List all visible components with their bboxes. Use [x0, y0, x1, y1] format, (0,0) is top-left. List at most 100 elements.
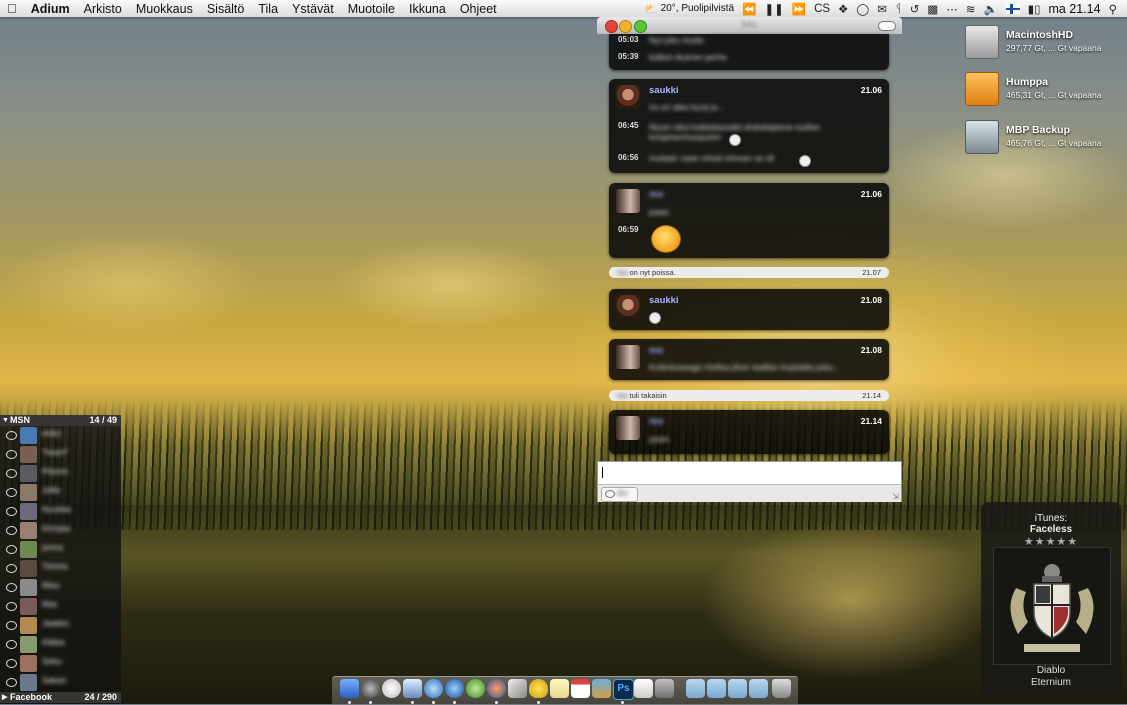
cs-icon[interactable]: CS [814, 3, 830, 15]
contact-name: mrko [42, 428, 61, 438]
weather-icon[interactable]: ⛅ [644, 2, 658, 16]
firefox-icon[interactable] [487, 679, 506, 698]
paper-icon[interactable] [634, 679, 653, 698]
folder-icon-4[interactable] [749, 679, 768, 698]
drive-name[interactable]: MBP Backup [1006, 124, 1070, 136]
spotlight-icon[interactable]: ⚲ [1109, 2, 1117, 16]
sender-name[interactable]: mo [649, 189, 663, 200]
avatar[interactable] [616, 85, 640, 109]
battery-icon[interactable]: ▮▯ [1028, 2, 1041, 16]
minimize-button[interactable] [619, 20, 632, 33]
menu-ohjeet[interactable]: Ohjeet [453, 2, 504, 16]
grid-icon[interactable]: ▩ [927, 2, 938, 16]
sender-name[interactable]: saukki [649, 295, 679, 306]
album-art[interactable] [993, 547, 1111, 665]
group-facebook[interactable]: ▶ Facebook 24 / 290 [0, 692, 121, 703]
drive-mbp-backup[interactable]: MBP Backup 465,76 Gt, ... Gt vapaana [965, 120, 1125, 160]
menu-sisalto[interactable]: Sisältö [200, 2, 252, 16]
window-titlebar[interactable]: Mo [597, 17, 902, 34]
app-menu[interactable]: Adium [24, 2, 77, 16]
illustrator-icon[interactable] [655, 679, 674, 698]
menu-ystavat[interactable]: Ystävät [285, 2, 341, 16]
pen-icon[interactable] [508, 679, 527, 698]
menu-muokkaus[interactable]: Muokkaus [129, 2, 200, 16]
sender-name[interactable]: mo [649, 345, 663, 356]
adium-status-icon[interactable]: ◯ [856, 2, 869, 16]
message-input-area[interactable]: Mo ⇲ [597, 461, 902, 502]
list-item[interactable]: Sakari [0, 673, 121, 692]
folder-icon[interactable] [686, 679, 705, 698]
resize-grip-icon[interactable]: ⇲ [892, 492, 899, 501]
folder-icon-2[interactable] [707, 679, 726, 698]
zoom-button[interactable] [634, 20, 647, 33]
dots-icon[interactable]: ⋯ [946, 2, 958, 16]
disclosure-triangle-icon[interactable]: ▶ [2, 692, 7, 703]
list-item[interactable]: Pirjonn [0, 464, 121, 483]
bluetooth-icon[interactable]: ᛩ [895, 3, 902, 15]
list-item[interactable]: mrko [0, 426, 121, 445]
itunes-icon[interactable] [445, 679, 464, 698]
disclosure-triangle-icon[interactable]: ▼ [2, 415, 9, 426]
usb-drive-icon[interactable] [965, 72, 999, 106]
drive-name[interactable]: MacintoshHD [1006, 29, 1073, 41]
list-item[interactable]: Kinnjaa [0, 521, 121, 540]
recipient-button[interactable]: Mo [601, 487, 638, 502]
avatar[interactable] [616, 295, 640, 319]
drive-name[interactable]: Humppa [1006, 76, 1048, 88]
list-item[interactable]: Sebu [0, 654, 121, 673]
safari-icon[interactable] [424, 679, 443, 698]
utorrent-icon[interactable] [466, 679, 485, 698]
list-item[interactable]: Rita [0, 597, 121, 616]
volume-icon[interactable]: 🔈 [983, 2, 997, 16]
photoshop-icon[interactable]: Ps [613, 679, 634, 700]
play-pause-icon[interactable]: ❚❚ [764, 2, 783, 16]
time-machine-drive-icon[interactable] [965, 120, 999, 154]
apple-menu-icon[interactable]:  [0, 1, 24, 16]
wifi-icon[interactable]: ≋ [966, 2, 976, 16]
ichat-icon[interactable] [382, 679, 401, 698]
finnish-flag-icon[interactable] [1005, 3, 1020, 14]
menu-muotoile[interactable]: Muotoile [341, 2, 402, 16]
menu-tila[interactable]: Tila [251, 2, 285, 16]
drive-humppa[interactable]: Humppa 465,31 Gt, ... Gt vapaana [965, 72, 1125, 112]
close-button[interactable] [605, 20, 618, 33]
list-item[interactable]: Nuuttas [0, 502, 121, 521]
group-msn[interactable]: ▼ MSN 14 / 49 [0, 415, 121, 426]
list-item[interactable]: Joffe [0, 483, 121, 502]
list-item[interactable]: jonna [0, 540, 121, 559]
iphoto-icon[interactable] [592, 679, 611, 698]
clock[interactable]: ma 21.14 [1048, 2, 1100, 16]
trash-icon[interactable] [772, 679, 791, 698]
rewind-icon[interactable]: ⏪ [742, 2, 756, 16]
dashboard-icon[interactable] [361, 679, 380, 698]
list-item[interactable]: *heart* [0, 445, 121, 464]
avatar[interactable] [616, 189, 640, 213]
folder-icon-3[interactable] [728, 679, 747, 698]
time-machine-icon[interactable]: ↺ [910, 2, 920, 16]
sender-name[interactable]: saukki [649, 85, 679, 96]
avatar[interactable] [616, 345, 640, 369]
avatar[interactable] [616, 416, 640, 440]
adium-duck-icon[interactable] [529, 679, 548, 698]
status-text: tuli takaisin [629, 391, 667, 400]
toolbar-toggle-button[interactable] [878, 21, 896, 31]
ical-icon[interactable] [571, 679, 590, 698]
drive-macintoshhd[interactable]: MacintoshHD 297,77 Gt, ... Gt vapaana [965, 25, 1125, 65]
forward-icon[interactable]: ⏩ [792, 2, 806, 16]
menu-arkisto[interactable]: Arkisto [77, 2, 129, 16]
preview-icon[interactable] [403, 679, 422, 698]
list-item[interactable]: Timma [0, 559, 121, 578]
weather-text[interactable]: 20°, Puolipilvistä [661, 3, 734, 14]
notes-icon[interactable] [550, 679, 569, 698]
mail-icon[interactable]: ✉ [877, 2, 887, 16]
dropbox-icon[interactable]: ❖ [838, 2, 848, 16]
list-item[interactable]: Kiikka [0, 635, 121, 654]
menu-ikkuna[interactable]: Ikkuna [402, 2, 453, 16]
hard-drive-icon[interactable] [965, 25, 999, 59]
list-item[interactable]: Misu [0, 578, 121, 597]
sender-name[interactable]: mo [649, 416, 663, 427]
list-item[interactable]: Jaakko [0, 616, 121, 635]
itunes-widget[interactable]: iTunes: Faceless ★★★★★ Diablo Eternium [981, 502, 1121, 698]
finder-icon[interactable] [340, 679, 359, 698]
track-title: Faceless [1029, 524, 1073, 535]
